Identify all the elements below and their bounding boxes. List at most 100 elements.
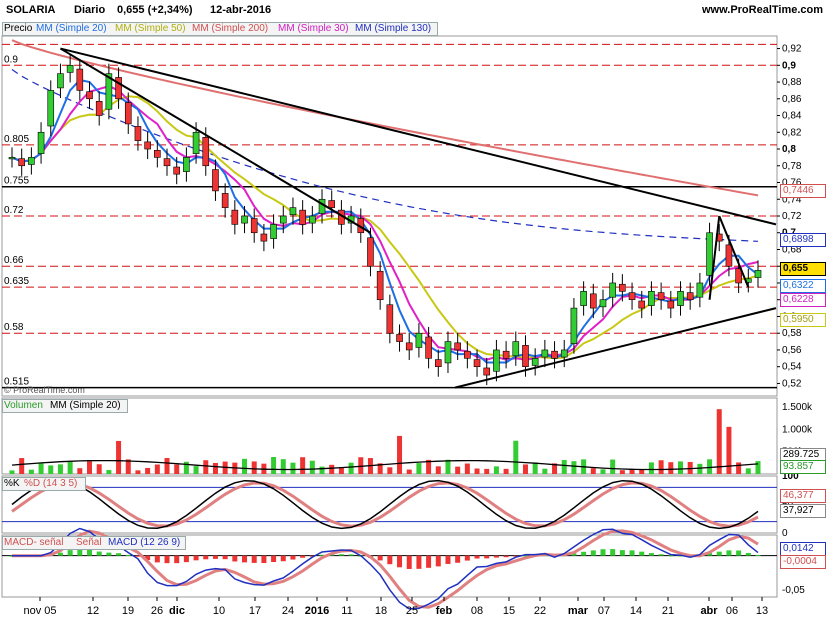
- price-y-tick-label: 0,56: [782, 345, 802, 356]
- macd-histogram-bar: [493, 555, 499, 558]
- candle-body: [648, 291, 655, 306]
- macd-histogram-bar: [416, 555, 422, 569]
- macd-histogram-bar: [271, 555, 277, 562]
- volume-bar: [697, 463, 703, 474]
- macd-histogram-bar: [716, 551, 722, 556]
- volume-bar: [164, 457, 170, 474]
- candle-body: [405, 342, 413, 351]
- macd-histogram-bar: [455, 555, 461, 563]
- tag-macd-signal: -0,0004: [780, 555, 826, 569]
- macd-histogram-bar: [629, 550, 635, 556]
- volume-bar: [87, 461, 93, 474]
- volume-bar: [348, 462, 354, 474]
- volume-bar: [716, 409, 722, 474]
- volume-bar: [183, 461, 189, 474]
- tag-stoch-k: 37,927: [780, 504, 826, 518]
- macd-y-tick-label: -0,05: [782, 585, 805, 596]
- ma50-line: [11, 95, 759, 360]
- candle-body: [115, 77, 122, 100]
- volume-bar: [19, 458, 25, 474]
- x-tick-label: dic: [169, 605, 185, 617]
- macd-histogram-bar: [348, 554, 354, 556]
- legend-volume: Volumen: [4, 400, 43, 411]
- candle-body: [531, 358, 539, 366]
- volume-bar: [755, 461, 761, 474]
- candle-body: [657, 292, 665, 301]
- volume-bar: [174, 464, 180, 474]
- candle-body: [37, 131, 45, 154]
- candle-body: [76, 68, 84, 91]
- candle-body: [163, 158, 171, 167]
- candle-body: [260, 233, 268, 242]
- legend-k: %K: [4, 478, 20, 489]
- volume-bar: [668, 462, 674, 474]
- macd-histogram-bar: [261, 555, 267, 564]
- legend-ma130: MM (Simple 130): [355, 23, 432, 34]
- candle-body: [124, 102, 132, 125]
- macd-histogram-bar: [387, 555, 393, 565]
- legend-ma50: MM (Simple 50): [115, 23, 186, 34]
- macd-histogram-bar: [125, 554, 131, 556]
- macd-histogram-bar: [290, 555, 296, 560]
- macd-histogram-bar: [116, 553, 122, 556]
- volume-bar: [251, 461, 257, 474]
- volume-bar: [561, 460, 567, 474]
- candle-body: [483, 367, 491, 376]
- x-tick-label: 12: [87, 605, 99, 617]
- volume-bar: [116, 440, 122, 474]
- level-label: 0.635: [4, 276, 29, 287]
- candle-body: [173, 166, 181, 175]
- candle-body: [706, 232, 713, 276]
- last-price-label: 0,655 (+2,34%): [117, 4, 193, 16]
- macd-histogram-bar: [726, 550, 732, 556]
- volume-bar: [9, 470, 15, 474]
- macd-histogram-bar: [474, 555, 480, 559]
- macd-histogram-bar: [435, 555, 441, 567]
- price-y-tick-label: 0,8: [782, 144, 796, 155]
- macd-histogram-bar: [484, 555, 490, 559]
- candle-body: [560, 349, 568, 358]
- candle-body: [231, 209, 239, 225]
- volume-bar: [406, 469, 412, 474]
- macd-histogram-bar: [174, 555, 180, 564]
- macd-histogram-bar: [755, 554, 761, 556]
- volume-bar: [493, 466, 499, 474]
- price-y-tick-label: 0,72: [782, 211, 802, 222]
- x-tick-label: 08: [471, 605, 483, 617]
- volume-bar: [707, 459, 713, 474]
- candle-body: [599, 299, 607, 308]
- trend-line: [59, 47, 371, 234]
- x-tick-label: 15: [503, 605, 515, 617]
- candle-body: [522, 345, 529, 367]
- tag-ma50: 0,5950: [780, 313, 826, 327]
- candle-body: [473, 359, 481, 367]
- candle-body: [212, 169, 219, 192]
- x-tick-label: 24: [282, 605, 294, 617]
- price-y-tick-label: 0,9: [782, 60, 796, 71]
- candle-body: [192, 131, 200, 154]
- candle-body: [619, 283, 626, 292]
- macd-histogram-bar: [445, 555, 451, 564]
- volume-bar: [648, 462, 654, 474]
- macd-histogram-bar: [658, 554, 664, 556]
- x-tick-label: 14: [630, 605, 642, 617]
- level-label: 0.66: [4, 255, 24, 266]
- candle-body: [425, 336, 432, 359]
- legend-ma200: MM (Simple 200): [192, 23, 269, 34]
- volume-bar: [445, 459, 451, 474]
- candle-body: [444, 341, 452, 364]
- candle-body: [677, 291, 684, 306]
- volume-bar: [203, 460, 209, 474]
- stoch-d-line: [11, 481, 759, 528]
- candle-body: [754, 270, 762, 278]
- macd-histogram-bar: [338, 554, 344, 556]
- legend-macd: MACD (12 26 9): [108, 537, 181, 548]
- macd-histogram-bar: [639, 551, 645, 556]
- x-tick-label: 06: [726, 605, 738, 617]
- macd-histogram-bar: [251, 555, 257, 563]
- tag-stoch-d: 46,377: [780, 489, 826, 503]
- chart-canvas: 0.90.8050.7550.720.660.6350.580.515 0,92…: [1, 35, 813, 617]
- candle-body: [66, 65, 74, 73]
- tag-macd: 0,0142: [780, 542, 826, 556]
- legend-ma30: MM (Simple 30): [278, 23, 349, 34]
